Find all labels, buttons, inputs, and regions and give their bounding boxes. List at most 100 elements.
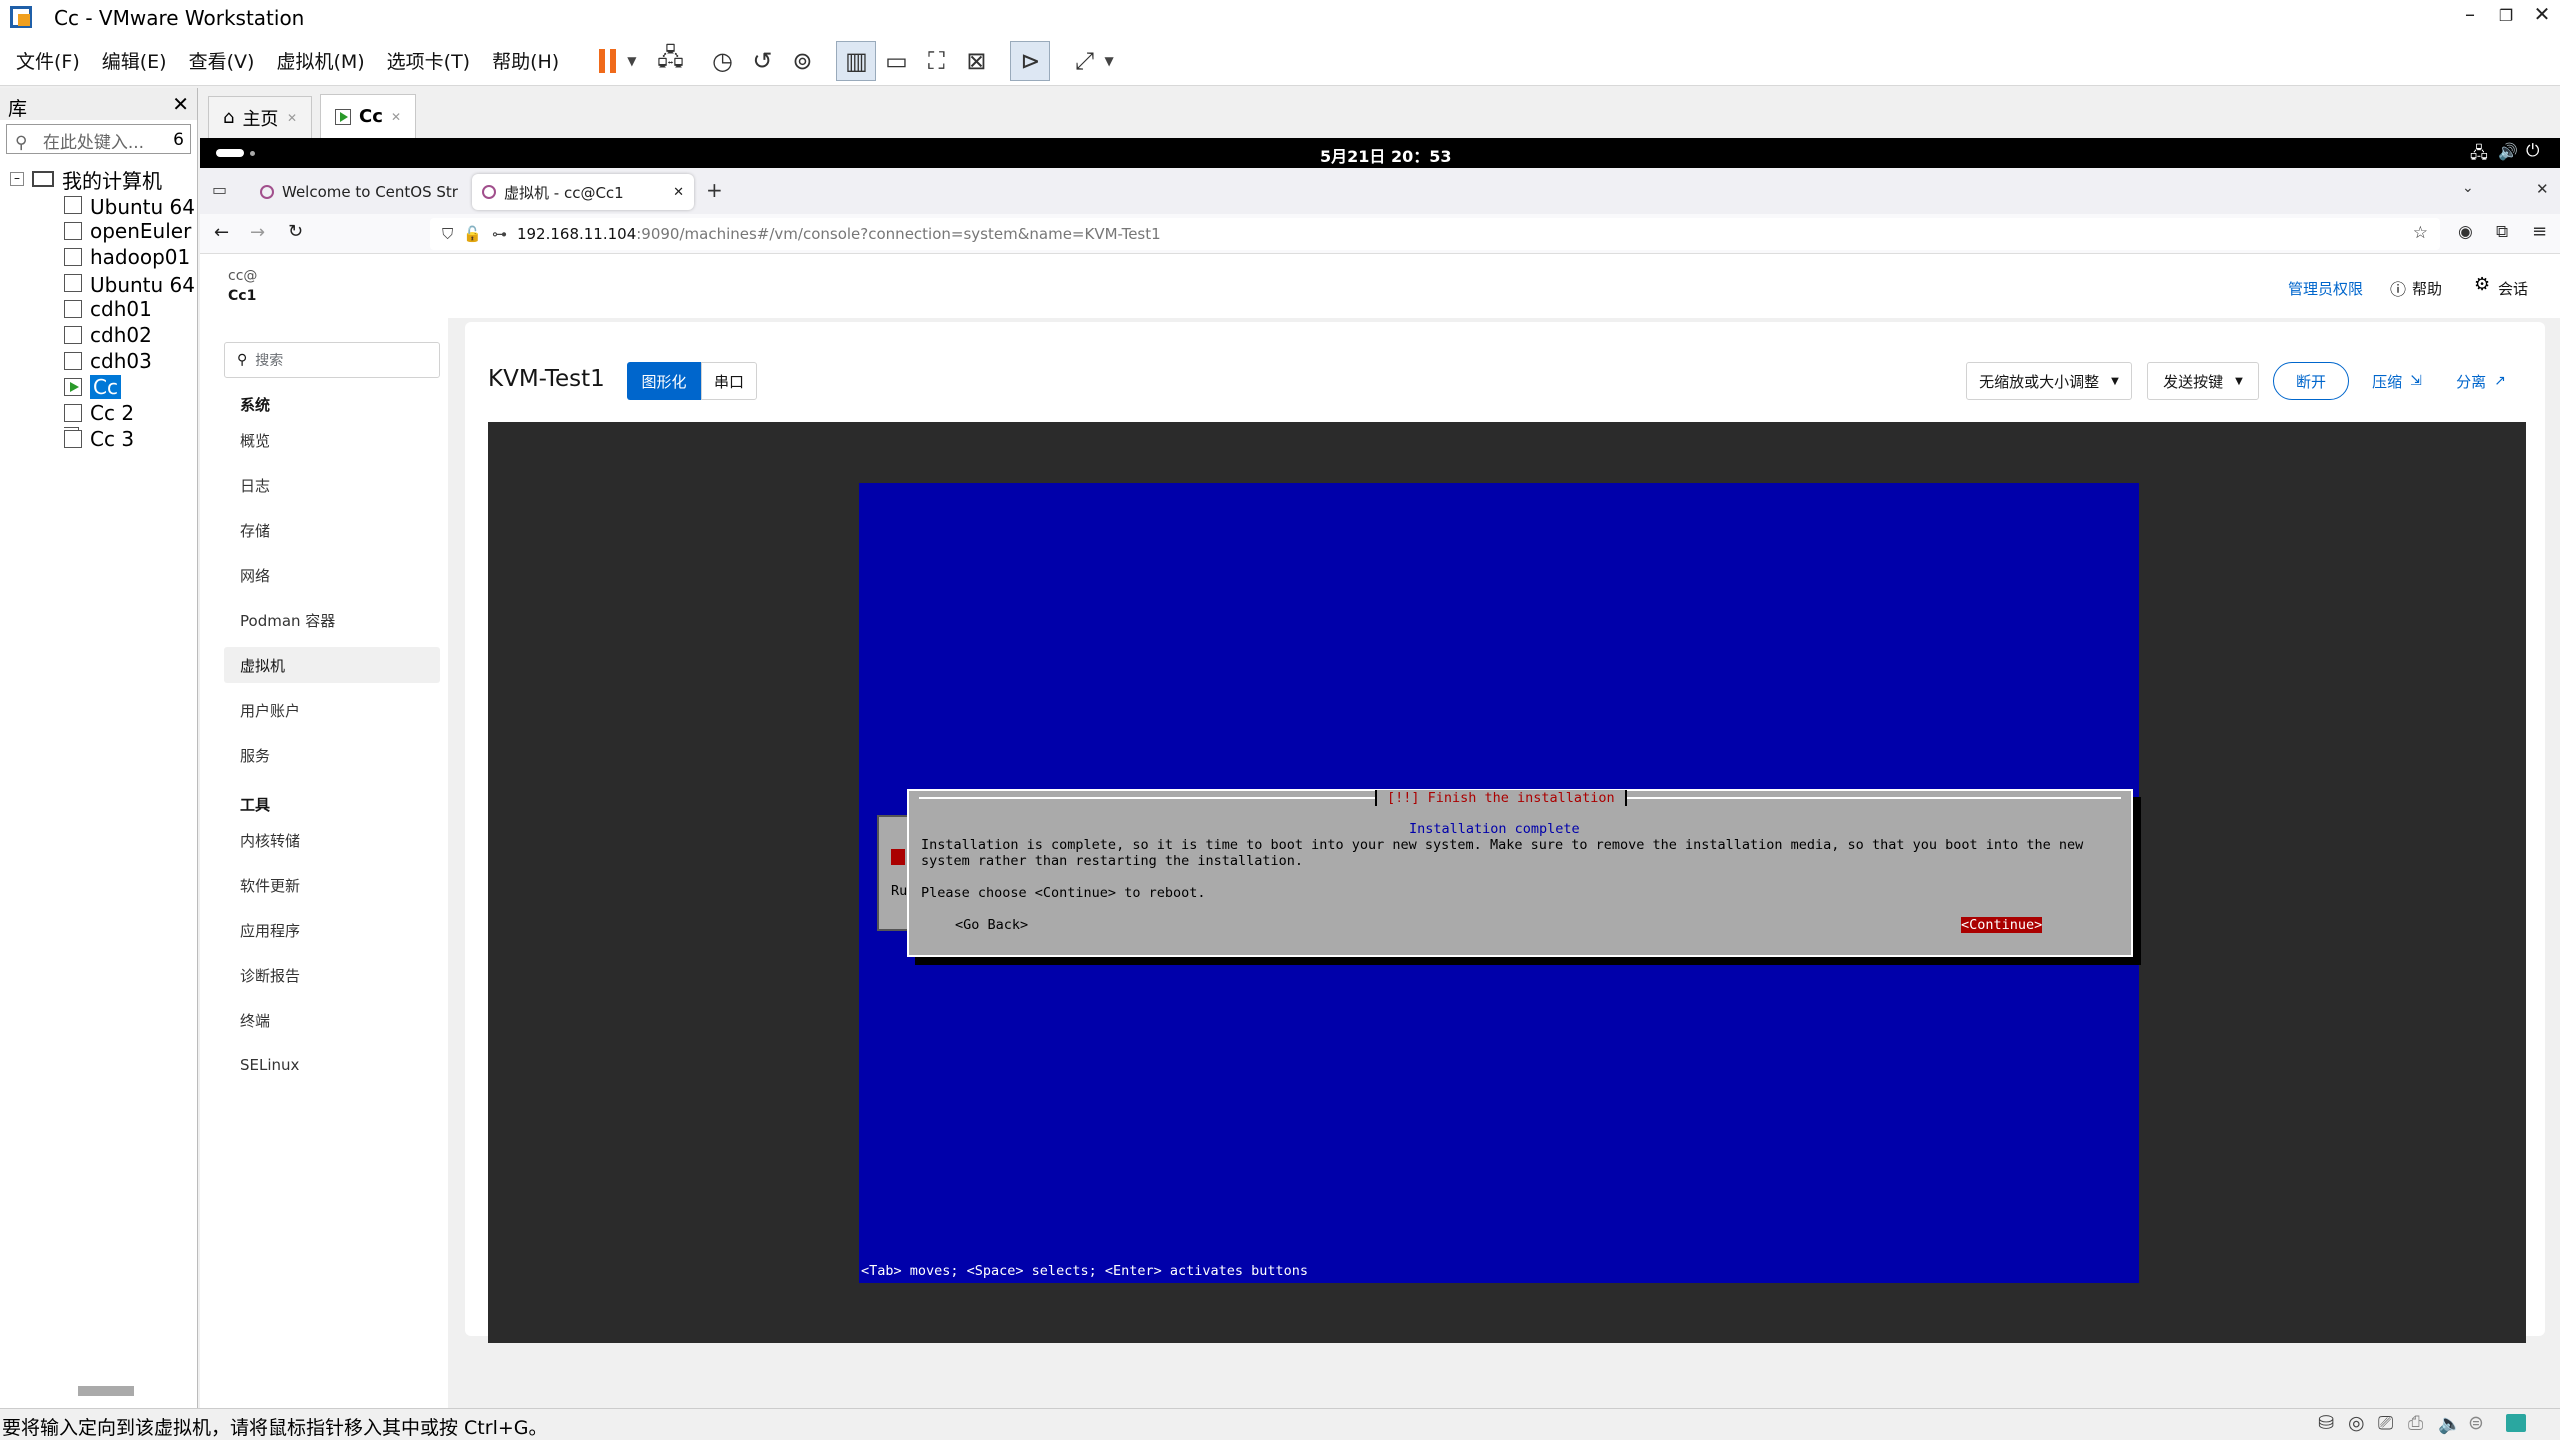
nav-item-selinux[interactable]: SELinux	[224, 1047, 440, 1083]
tree-item-vm[interactable]: cdh02	[64, 322, 196, 348]
browser-close-icon[interactable]: ✕	[2536, 180, 2549, 198]
unity-icon[interactable]: ⊠	[956, 41, 996, 81]
menu-help[interactable]: 帮助(H)	[492, 47, 559, 74]
list-all-tabs-icon[interactable]: ⌄	[2462, 180, 2474, 196]
menu-vm[interactable]: 虚拟机(M)	[276, 47, 364, 74]
library-scrollbar[interactable]	[78, 1386, 134, 1396]
tab-close-icon[interactable]: ✕	[287, 111, 297, 125]
nav-item-virtual-machines[interactable]: 虚拟机	[224, 647, 440, 683]
stretch-icon[interactable]: ⤢	[1064, 41, 1104, 81]
nav-item-services[interactable]: 服务	[224, 737, 440, 773]
account-icon[interactable]: ◉	[2458, 222, 2473, 242]
hard-disk-icon[interactable]: ⛁	[2318, 1412, 2334, 1434]
scale-select[interactable]: 无缩放或大小调整 ▼	[1966, 362, 2132, 400]
menu-edit[interactable]: 编辑(E)	[102, 47, 167, 74]
thumbnail-view-icon[interactable]: ▭	[876, 41, 916, 81]
permissions-icon[interactable]: ⊶	[492, 225, 507, 243]
go-back-button[interactable]: <Go Back>	[955, 917, 1028, 933]
network-adapter-icon[interactable]: ⎚	[2378, 1412, 2393, 1434]
detach-button[interactable]: 分离 ↗	[2449, 362, 2513, 400]
back-icon[interactable]: ←	[214, 222, 229, 243]
nav-item-accounts[interactable]: 用户账户	[224, 692, 440, 728]
nav-item-terminal[interactable]: 终端	[224, 1002, 440, 1038]
tree-item-vm[interactable]: Cc 3	[64, 426, 196, 452]
nav-item-kdump[interactable]: 内核转储	[224, 822, 440, 858]
pause-dropdown-icon[interactable]: ▼	[627, 54, 636, 68]
send-key-select[interactable]: 发送按键 ▼	[2147, 362, 2259, 400]
forward-icon[interactable]: →	[250, 222, 265, 243]
insecure-lock-icon[interactable]: 🔓	[463, 225, 482, 243]
library-close-icon[interactable]: ✕	[172, 92, 189, 116]
tree-item-my-computer[interactable]: – 我的计算机	[10, 166, 196, 192]
fullscreen-icon[interactable]: ⛶	[916, 41, 956, 81]
tree-item-vm[interactable]: openEuler	[64, 218, 196, 244]
browser-tab-close-icon[interactable]: ✕	[673, 185, 684, 200]
close-icon[interactable]: ✕	[2522, 2, 2560, 26]
message-icon[interactable]	[2506, 1414, 2526, 1432]
nav-item-logs[interactable]: 日志	[224, 467, 440, 503]
installer-screen[interactable]: Ru [!!] Finish the installation Installa…	[859, 483, 2139, 1283]
bookmark-star-icon[interactable]: ☆	[2413, 223, 2428, 243]
usb-icon[interactable]: ⊜	[2468, 1412, 2484, 1434]
tree-item-vm[interactable]: cdh01	[64, 296, 196, 322]
network-icon[interactable]: 🖧	[2470, 142, 2488, 169]
menu-view[interactable]: 查看(V)	[189, 47, 255, 74]
snapshot-manager-icon[interactable]: ⊚	[782, 41, 822, 81]
gear-icon[interactable]: ⚙	[2474, 274, 2490, 295]
tab-home[interactable]: ⌂ 主页 ✕	[208, 96, 312, 138]
help-icon[interactable]: ⓘ	[2390, 276, 2406, 300]
nav-item-applications[interactable]: 应用程序	[224, 912, 440, 948]
minimize-icon[interactable]: –	[2450, 2, 2490, 26]
extensions-icon[interactable]: ⧉	[2496, 222, 2508, 242]
revert-snapshot-icon[interactable]: ↺	[742, 41, 782, 81]
new-tab-icon[interactable]: +	[706, 178, 723, 202]
activities-indicator[interactable]	[216, 149, 244, 157]
library-view-icon[interactable]: ▥	[836, 40, 877, 81]
nav-item-software-updates[interactable]: 软件更新	[224, 867, 440, 903]
tree-item-vm[interactable]: Ubuntu 64 位	[64, 270, 196, 296]
vnc-console[interactable]: Ru [!!] Finish the installation Installa…	[488, 422, 2526, 1343]
console-view-icon[interactable]: ⊳	[1010, 40, 1051, 81]
tree-item-vm-selected[interactable]: Cc	[64, 374, 196, 400]
nav-item-storage[interactable]: 存储	[224, 512, 440, 548]
library-search-input[interactable]: ⚲ 在此处键入... 6	[6, 124, 191, 154]
volume-icon[interactable]: 🔊	[2498, 142, 2518, 161]
cd-rom-icon[interactable]: ◎	[2348, 1412, 2365, 1434]
disconnect-button[interactable]: 断开	[2273, 362, 2349, 400]
pause-icon[interactable]	[587, 41, 627, 81]
collapse-icon[interactable]: –	[10, 172, 24, 186]
session-link[interactable]: 会话	[2498, 278, 2528, 299]
power-icon[interactable]: ⏻	[2526, 141, 2539, 161]
app-menu-icon[interactable]: ≡	[2532, 221, 2547, 242]
nav-item-networking[interactable]: 网络	[224, 557, 440, 593]
gnome-clock[interactable]: 5月21日 20：53	[1320, 143, 1452, 167]
tree-item-vm[interactable]: Cc 2	[64, 400, 196, 426]
compress-button[interactable]: 压缩 ⇲	[2365, 362, 2429, 400]
tree-item-vm[interactable]: Ubuntu 64 位	[64, 192, 196, 218]
reload-icon[interactable]: ↻	[288, 221, 303, 242]
url-bar[interactable]: ⛉ 🔓 ⊶ 192.168.11.104 :9090/machines#/vm/…	[430, 218, 2440, 250]
cockpit-host[interactable]: Cc1	[228, 288, 256, 304]
nav-item-diagnostic-reports[interactable]: 诊断报告	[224, 957, 440, 993]
snapshot-icon[interactable]: ◷	[702, 41, 742, 81]
browser-tab-welcome[interactable]: Welcome to CentOS Stream	[250, 174, 468, 210]
stretch-dropdown-icon[interactable]: ▼	[1104, 54, 1113, 68]
tab-list-icon[interactable]: ▭	[212, 180, 227, 199]
menu-file[interactable]: 文件(F)	[16, 47, 80, 74]
tree-item-vm[interactable]: hadoop01	[64, 244, 196, 270]
tab-close-icon[interactable]: ✕	[391, 110, 401, 124]
nav-item-podman[interactable]: Podman 容器	[224, 602, 440, 638]
printer-icon[interactable]: ⎙	[2408, 1412, 2423, 1434]
browser-tab-cockpit[interactable]: 虚拟机 - cc@Cc1 ✕	[472, 174, 694, 210]
tab-vm-cc[interactable]: Cc ✕	[320, 94, 416, 138]
tracking-shield-icon[interactable]: ⛉	[442, 225, 453, 243]
menu-tabs[interactable]: 选项卡(T)	[387, 47, 470, 74]
nav-search-input[interactable]: ⚲ 搜索	[224, 342, 440, 378]
admin-access-link[interactable]: 管理员权限	[2288, 278, 2363, 299]
tree-item-vm[interactable]: cdh03	[64, 348, 196, 374]
console-tab-serial[interactable]: 串口	[701, 362, 757, 400]
console-tab-graphics[interactable]: 图形化	[627, 362, 701, 400]
restore-icon[interactable]: ❐	[2486, 6, 2526, 25]
sound-icon[interactable]: 🔈	[2438, 1412, 2462, 1435]
continue-button[interactable]: <Continue>	[1961, 917, 2043, 933]
